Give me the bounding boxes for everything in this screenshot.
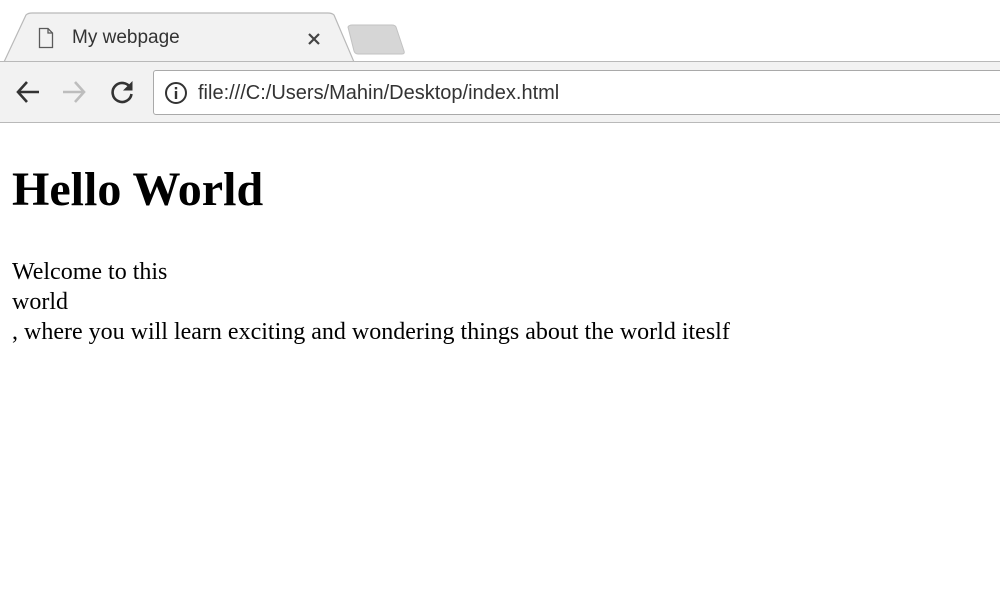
- tab-strip: My webpage: [0, 0, 1000, 62]
- forward-arrow-icon: [63, 81, 86, 103]
- browser-window: My webpage file:///C:/Users/Mahin/Deskto…: [0, 0, 1000, 604]
- document-icon: [38, 27, 54, 49]
- browser-toolbar: file:///C:/Users/Mahin/Desktop/index.htm…: [0, 61, 1000, 123]
- info-icon[interactable]: [164, 81, 188, 105]
- new-tab-button[interactable]: [344, 24, 408, 56]
- paragraph-line-2: world: [12, 289, 68, 315]
- address-bar[interactable]: file:///C:/Users/Mahin/Desktop/index.htm…: [153, 70, 1000, 115]
- url-text[interactable]: file:///C:/Users/Mahin/Desktop/index.htm…: [198, 80, 559, 106]
- close-icon: [308, 33, 320, 45]
- page-content: Hello World Welcome to this world , wher…: [0, 124, 1000, 604]
- paragraph-line-3: , where you will learn exciting and wond…: [12, 319, 730, 345]
- back-button[interactable]: [11, 75, 45, 109]
- reload-button[interactable]: [105, 75, 139, 109]
- tab-close-button[interactable]: [300, 26, 328, 52]
- reload-icon: [111, 81, 133, 104]
- forward-button[interactable]: [57, 75, 91, 109]
- paragraph-line-1: Welcome to this: [12, 259, 168, 285]
- tab-title: My webpage: [72, 27, 180, 48]
- back-arrow-icon: [16, 81, 39, 103]
- page-heading: Hello World: [12, 163, 264, 216]
